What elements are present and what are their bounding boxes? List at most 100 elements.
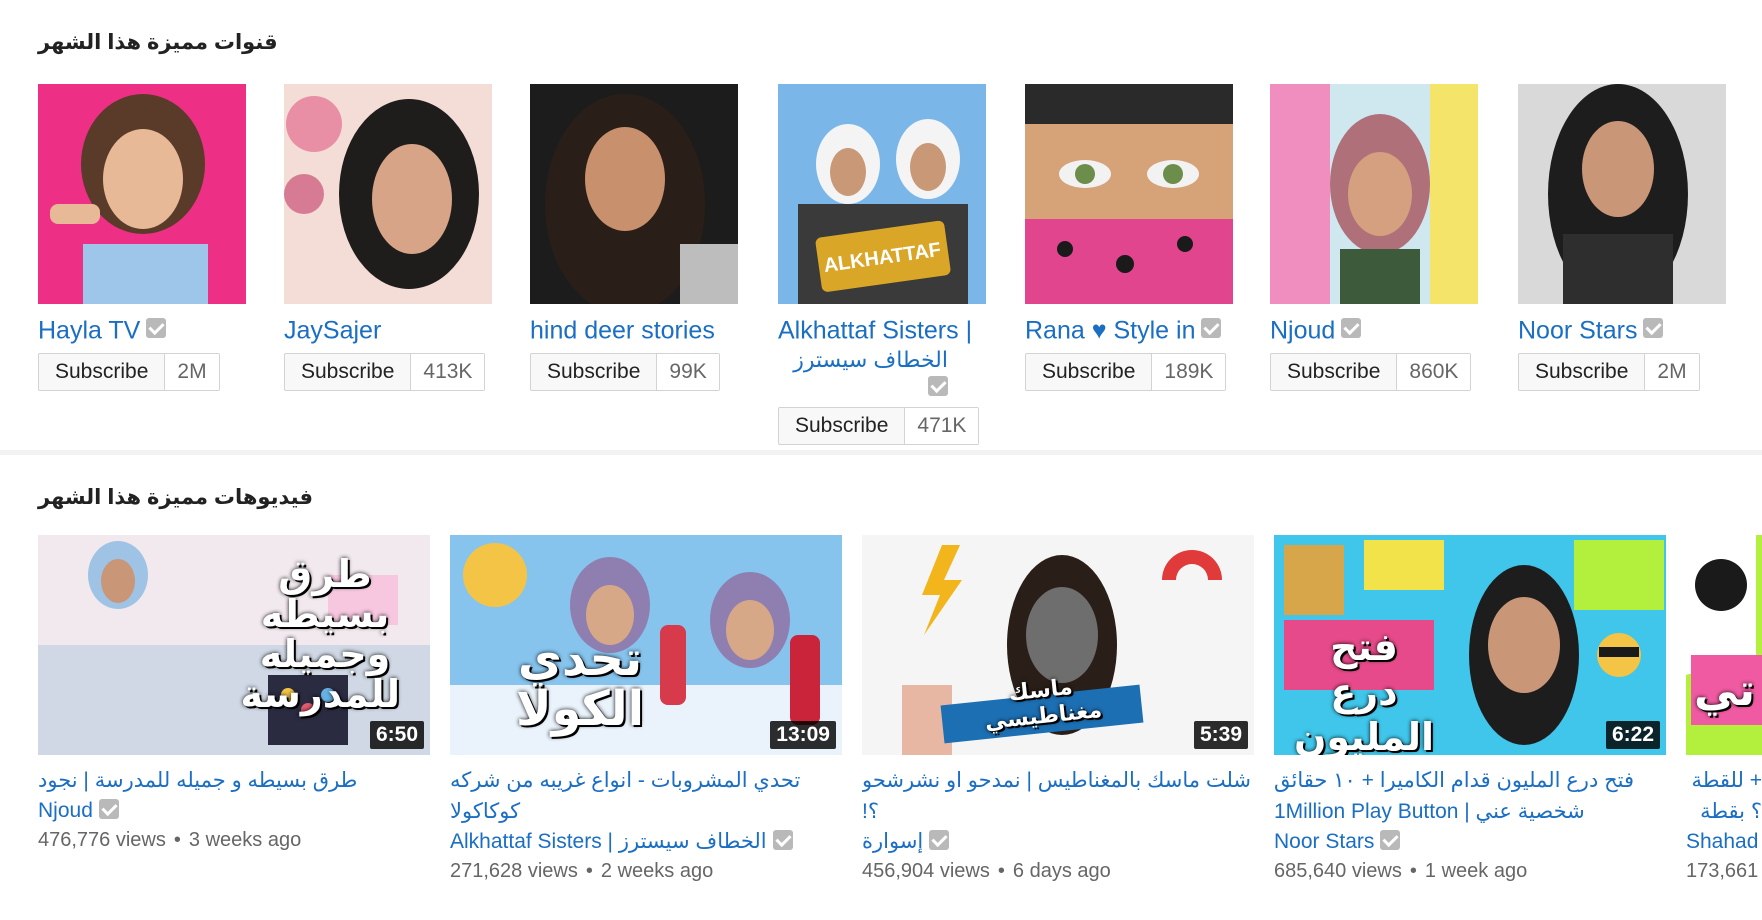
video-card: تي + للقطة ؟ بقطة Shahad 173,661	[1686, 535, 1762, 885]
subscribe-button[interactable]: Subscribe 2M	[1518, 353, 1700, 392]
meta-separator: •	[173, 829, 181, 851]
subscriber-count: 860K	[1397, 354, 1471, 391]
video-card: طرق بسيطه وجميله للمدرسة 6:50 طرق بسيطه …	[38, 535, 430, 854]
channel-card: JaySajer Subscribe 413K	[284, 84, 492, 392]
subscribe-button[interactable]: Subscribe 471K	[778, 407, 980, 446]
channel-name[interactable]: Rana ♥ Style in	[1025, 316, 1195, 344]
meta-separator: •	[1409, 860, 1417, 882]
video-channel[interactable]: إسوارة	[862, 830, 923, 853]
thumbnail-overlay-text: تحدي الكولا	[515, 633, 645, 736]
video-channel[interactable]: Shahad	[1686, 830, 1758, 853]
video-thumbnail[interactable]: ماسك مغناطيسي 5:39	[862, 535, 1254, 755]
video-channel[interactable]: Njoud	[38, 799, 93, 822]
video-thumbnail[interactable]: طرق بسيطه وجميله للمدرسة 6:50	[38, 535, 430, 755]
channel-name-arabic[interactable]: الخطاف سيسترز	[793, 347, 948, 372]
subscribe-label: Subscribe	[531, 354, 658, 391]
channel-card: Njoud Subscribe 860K	[1270, 84, 1478, 392]
verified-icon	[1380, 830, 1401, 851]
channel-avatar[interactable]	[530, 84, 738, 304]
channel-name[interactable]: Hayla TV	[38, 316, 140, 344]
channel-name[interactable]: Njoud	[1270, 316, 1335, 344]
channel-avatar-image	[1025, 84, 1233, 304]
verified-icon	[146, 318, 167, 339]
channel-avatar-image	[284, 84, 492, 304]
channel-avatar[interactable]	[38, 84, 246, 304]
thumbnail-overlay-text: فتح درع المليون	[1293, 627, 1434, 755]
thumbnail-overlay-text: طرق بسيطه وجميله للمدرسة	[240, 554, 401, 716]
video-views: 173,661	[1686, 860, 1759, 882]
verified-icon	[928, 375, 948, 396]
verified-icon	[98, 799, 119, 820]
subscribe-label: Subscribe	[1026, 354, 1153, 391]
video-title[interactable]: طرق بسيطه و جميله للمدرسة | نجود	[38, 765, 430, 796]
channel-card: Rana ♥ Style in Subscribe 189K	[1025, 84, 1233, 392]
channel-name[interactable]: JaySajer	[284, 316, 381, 344]
channel-avatar[interactable]	[1518, 84, 1726, 304]
video-thumbnail[interactable]: تحدي الكولا 13:09	[450, 535, 842, 755]
verified-icon	[929, 830, 950, 851]
channel-name[interactable]: Alkhattaf Sisters |	[778, 316, 972, 344]
video-views: 271,628 views	[450, 860, 578, 882]
verified-icon	[772, 830, 793, 851]
verified-icon	[1201, 318, 1222, 339]
channel-avatar[interactable]	[1270, 84, 1478, 304]
video-thumbnail-image	[1686, 535, 1762, 755]
channel-avatar-image	[38, 84, 246, 304]
shelf-title: قنوات مميزة هذا الشهر	[38, 31, 278, 54]
subscribe-button[interactable]: Subscribe 2M	[38, 353, 220, 392]
subscriber-count: 99K	[657, 354, 719, 391]
subscriber-count: 189K	[1152, 354, 1226, 391]
channel-avatar[interactable]	[284, 84, 492, 304]
video-views: 456,904 views	[862, 860, 990, 882]
subscriber-count: 2M	[165, 354, 219, 391]
verified-icon	[1341, 318, 1362, 339]
channel-avatar-image: ALKHATTAF	[778, 84, 986, 304]
subscribe-label: Subscribe	[285, 354, 412, 391]
channel-card: Hayla TV Subscribe 2M	[38, 84, 246, 392]
video-channel[interactable]: Alkhattaf Sisters | الخطاف سيسترز	[450, 830, 767, 853]
video-duration: 6:22	[1605, 721, 1660, 749]
video-thumbnail[interactable]: تي	[1686, 535, 1762, 755]
channel-avatar-image	[1270, 84, 1478, 304]
meta-separator: •	[997, 860, 1005, 882]
channel-name[interactable]: hind deer stories	[530, 316, 715, 344]
subscribe-button[interactable]: Subscribe 413K	[284, 353, 486, 392]
channel-card: hind deer stories Subscribe 99K	[530, 84, 738, 392]
thumbnail-overlay-text: تي	[1694, 666, 1756, 715]
channel-card: ALKHATTAF Alkhattaf Sisters | الخطاف سيس…	[778, 84, 986, 446]
video-views: 476,776 views	[38, 829, 166, 851]
video-card: تحدي الكولا 13:09 تحدي المشروبات - انواع…	[450, 535, 842, 885]
subscribe-button[interactable]: Subscribe 189K	[1025, 353, 1227, 392]
video-age: 1 week ago	[1424, 860, 1528, 882]
channel-avatar[interactable]: ALKHATTAF	[778, 84, 986, 304]
channel-avatar-image	[530, 84, 738, 304]
subscribe-label: Subscribe	[1271, 354, 1398, 391]
video-age: 3 weeks ago	[188, 829, 302, 851]
shelf-title: فيديوهات مميزة هذا الشهر	[38, 486, 313, 509]
subscribe-button[interactable]: Subscribe 99K	[530, 353, 720, 392]
video-duration: 13:09	[770, 721, 836, 749]
video-thumbnail[interactable]: فتح درع المليون 6:22	[1274, 535, 1666, 755]
video-channel[interactable]: Noor Stars	[1274, 830, 1374, 853]
video-duration: 5:39	[1193, 721, 1248, 749]
featured-channels-shelf: قنوات مميزة هذا الشهر Hayla TV Subscribe…	[0, 0, 1762, 450]
meta-separator: •	[585, 860, 593, 882]
video-title[interactable]: فتح درع المليون قدام الكاميرا + ١٠ حقائق…	[1274, 765, 1666, 827]
video-views: 685,640 views	[1274, 860, 1402, 882]
subscribe-button[interactable]: Subscribe 860K	[1270, 353, 1472, 392]
video-age: 6 days ago	[1012, 860, 1111, 882]
featured-videos-shelf: فيديوهات مميزة هذا الشهر طرق بسيطه وجميل…	[0, 455, 1762, 920]
video-title[interactable]: شلت ماسك بالمغناطيس | نمدحو او نشرشحو ؟!	[862, 765, 1254, 827]
channel-name[interactable]: Noor Stars	[1518, 316, 1637, 344]
subscribe-label: Subscribe	[779, 408, 906, 445]
subscribe-label: Subscribe	[39, 354, 166, 391]
video-card: فتح درع المليون 6:22 فتح درع المليون قدا…	[1274, 535, 1666, 885]
video-title[interactable]: تحدي المشروبات - انواع غريبه من شركه كوك…	[450, 765, 842, 827]
channel-avatar[interactable]	[1025, 84, 1233, 304]
subscriber-count: 413K	[411, 354, 485, 391]
subscriber-count: 471K	[905, 408, 979, 445]
video-title[interactable]: + للقطة ؟ بقطة	[1686, 765, 1762, 827]
verified-icon	[1643, 318, 1664, 339]
subscribe-label: Subscribe	[1519, 354, 1646, 391]
channel-avatar-image	[1518, 84, 1726, 304]
